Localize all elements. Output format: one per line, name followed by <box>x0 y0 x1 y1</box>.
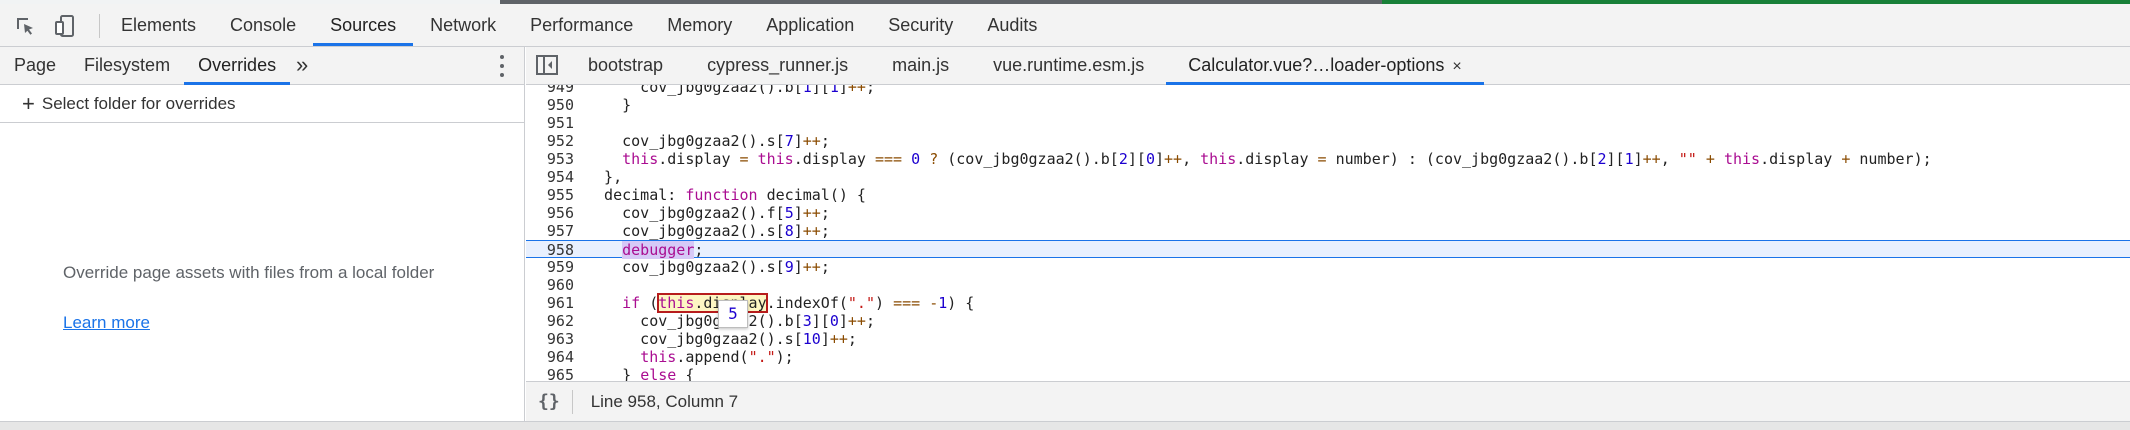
code-text: this.append("."); <box>640 348 794 366</box>
file-tab-vue-runtime-esm-js[interactable]: vue.runtime.esm.js <box>971 47 1166 85</box>
code-text: decimal: function decimal() { <box>586 186 866 204</box>
code-text: } else { <box>586 366 695 381</box>
code-line[interactable]: 951 <box>526 114 2130 132</box>
line-number[interactable]: 951 <box>526 114 574 132</box>
tab-audits[interactable]: Audits <box>970 4 1054 46</box>
learn-more-link[interactable]: Learn more <box>63 313 150 333</box>
close-tab-icon[interactable]: × <box>1452 58 1461 75</box>
line-number[interactable]: 955 <box>526 186 574 204</box>
inspect-element-icon[interactable] <box>10 11 40 41</box>
line-number[interactable]: 950 <box>526 96 574 114</box>
file-tab-label: bootstrap <box>588 55 664 75</box>
editor-status-bar: {} Line 958, Column 7 <box>526 381 2130 421</box>
overrides-empty-text: Override page assets with files from a l… <box>63 263 435 282</box>
editor-file-tabs: bootstrap cypress_runner.js main.js vue.run… <box>526 47 2130 85</box>
file-tab-cypress-runner-js[interactable]: cypress_runner.js <box>685 47 870 85</box>
code-line[interactable]: 965 } else { <box>526 366 2130 381</box>
tab-performance[interactable]: Performance <box>513 4 650 46</box>
file-tab-label: Calculator.vue?…loader-options <box>1188 55 1445 75</box>
line-number[interactable]: 960 <box>526 276 574 294</box>
code-text: this.display = this.display === 0 ? (cov… <box>622 150 1932 168</box>
toolbar-divider <box>99 14 100 38</box>
code-line[interactable]: 956 cov_jbg0gzaa2().f[5]++; <box>526 204 2130 222</box>
code-line[interactable]: 949 cov_jbg0gzaa2().b[1][1]++; <box>526 85 2130 96</box>
file-tab-main-js[interactable]: main.js <box>870 47 971 85</box>
more-tabs-chevron-icon[interactable]: » <box>296 47 308 83</box>
code-text: debugger; <box>622 241 704 259</box>
line-number[interactable]: 949 <box>526 85 574 96</box>
code-line[interactable]: 963 cov_jbg0gzaa2().s[10]++; <box>526 330 2130 348</box>
tab-elements[interactable]: Elements <box>104 4 213 46</box>
code-text: cov_jbg0gzaa2().s[7]++; <box>586 132 830 150</box>
code-line[interactable]: 961 if (this.display.indexOf(".") === -1… <box>526 293 2130 313</box>
cursor-position: Line 958, Column 7 <box>590 391 739 411</box>
tab-sources[interactable]: Sources <box>313 4 414 46</box>
navigator-tab-overrides[interactable]: Overrides <box>184 47 291 85</box>
line-number[interactable]: 954 <box>526 168 574 186</box>
code-text: cov_jbg0gzaa2().s[8]++; <box>586 222 830 240</box>
file-tab-label: main.js <box>892 55 950 75</box>
code-line[interactable]: 952 cov_jbg0gzaa2().s[7]++; <box>526 132 2130 150</box>
paused-code-line[interactable]: 958 debugger; <box>526 240 2130 259</box>
line-number[interactable]: 952 <box>526 132 574 150</box>
navigator-tab-page[interactable]: Page <box>0 47 70 85</box>
tab-memory[interactable]: Memory <box>650 4 749 46</box>
tab-console[interactable]: Console <box>213 4 313 46</box>
line-number[interactable]: 956 <box>526 204 574 222</box>
code-text: cov_jbg0gzaa2().s[9]++; <box>586 258 830 276</box>
line-number[interactable]: 963 <box>526 330 574 348</box>
tab-application[interactable]: Application <box>749 4 871 46</box>
devtools-main-toolbar: Elements Console Sources Network Performance… <box>0 4 2130 47</box>
code-line[interactable]: 955 decimal: function decimal() { <box>526 186 2130 204</box>
code-text: cov_jbg0gzaa2().f[5]++; <box>586 204 830 222</box>
line-number[interactable]: 958 <box>526 241 574 259</box>
file-tab-calculator-vue-loader-options[interactable]: Calculator.vue?…loader-options × <box>1166 47 1484 85</box>
device-toolbar-icon[interactable] <box>50 11 80 41</box>
plus-icon: + <box>22 90 35 116</box>
code-line[interactable]: 950 } <box>526 96 2130 114</box>
code-text: } <box>586 96 632 114</box>
code-line[interactable]: 962 cov_jbg0gzaa2().b[3][0]++; <box>526 312 2130 330</box>
line-number[interactable]: 962 <box>526 312 574 330</box>
pretty-print-icon[interactable]: {} <box>538 391 560 412</box>
code-line[interactable]: 964 this.append("."); <box>526 348 2130 366</box>
code-line[interactable]: 959 cov_jbg0gzaa2().s[9]++; <box>526 258 2130 276</box>
status-divider <box>571 389 573 414</box>
drawer-resize-strip[interactable] <box>0 421 2130 430</box>
code-line[interactable]: 954 }, <box>526 168 2130 186</box>
line-number[interactable]: 964 <box>526 348 574 366</box>
tab-security[interactable]: Security <box>871 4 970 46</box>
more-options-icon[interactable] <box>498 55 506 77</box>
editor-pane: bootstrap cypress_runner.js main.js vue.run… <box>526 47 2130 430</box>
line-number[interactable]: 957 <box>526 222 574 240</box>
code-text: }, <box>586 168 623 186</box>
code-text: cov_jbg0gzaa2().s[10]++; <box>586 330 857 348</box>
line-number[interactable]: 953 <box>526 150 574 168</box>
navigator-pane: Page Filesystem Overrides » + Select folde… <box>0 47 525 430</box>
panel-tabs: Elements Console Sources Network Performance… <box>104 4 1054 47</box>
select-folder-button[interactable]: + Select folder for overrides <box>0 85 524 123</box>
code-editor[interactable]: 949 cov_jbg0gzaa2().b[1][1]++; 950 } 951 95… <box>526 85 2130 381</box>
code-line[interactable]: 960 <box>526 276 2130 294</box>
file-tab-bootstrap[interactable]: bootstrap <box>566 47 685 85</box>
code-line[interactable]: 957 cov_jbg0gzaa2().s[8]++; <box>526 222 2130 240</box>
tab-network[interactable]: Network <box>413 4 513 46</box>
code-text: if (this.display.indexOf(".") === -1) { <box>622 293 975 313</box>
line-number[interactable]: 961 <box>526 294 574 312</box>
navigator-tab-filesystem[interactable]: Filesystem <box>70 47 184 85</box>
line-number[interactable]: 959 <box>526 258 574 276</box>
code-text: cov_jbg0gzaa2().b[1][1]++; <box>586 85 875 96</box>
select-folder-label: Select folder for overrides <box>41 93 236 113</box>
file-tab-label: vue.runtime.esm.js <box>993 55 1145 75</box>
line-number[interactable]: 965 <box>526 366 574 381</box>
toggle-navigator-icon[interactable] <box>536 55 558 75</box>
value-popover: 5 <box>718 300 748 328</box>
code-line[interactable]: 953 this.display = this.display === 0 ? … <box>526 150 2130 168</box>
file-tab-label: cypress_runner.js <box>707 55 849 75</box>
navigator-tabs: Page Filesystem Overrides » <box>0 47 524 85</box>
